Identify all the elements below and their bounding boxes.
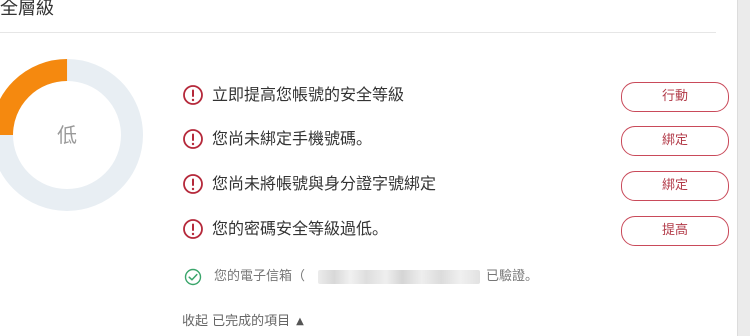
alert-row-bind-id: 您尚未將帳號與身分證字號綁定 綁定 <box>182 169 729 201</box>
caret-up-icon: ▲ <box>296 316 304 327</box>
alert-circle-icon <box>183 174 203 194</box>
alert-text: 立即提高您帳號的安全等級 <box>212 85 405 104</box>
alert-circle-icon <box>183 129 203 149</box>
action-button[interactable]: 行動 <box>621 82 729 112</box>
title-divider <box>0 32 716 33</box>
page-scroll-edge <box>738 0 750 336</box>
alert-row-password: 您的密碼安全等級過低。 提高 <box>182 214 729 246</box>
security-panel-page: 安全層級 低 立即提高您帳號的安全等級 行動 您尚未綁定手 <box>0 0 750 336</box>
email-verified-text: 已驗證。 <box>486 269 539 284</box>
security-level-label: 低 <box>57 123 77 147</box>
alert-circle-icon <box>183 85 203 105</box>
alert-text: 您尚未綁定手機號碼。 <box>212 129 373 148</box>
alert-row-raise-level: 立即提高您帳號的安全等級 行動 <box>182 80 729 112</box>
security-level-donut: 低 <box>0 58 144 212</box>
email-prefix-text: 您的電子信箱（ <box>214 269 306 284</box>
alert-text: 您尚未將帳號與身分證字號綁定 <box>212 174 437 193</box>
bind-id-button[interactable]: 綁定 <box>621 171 729 201</box>
raise-password-button[interactable]: 提高 <box>621 216 729 246</box>
alert-circle-icon <box>183 219 203 239</box>
card-title: 安全層級 <box>0 0 54 19</box>
check-circle-icon <box>184 268 202 286</box>
bind-phone-button[interactable]: 綁定 <box>621 126 729 156</box>
collapse-completed-toggle[interactable]: 收起 已完成的項目 ▲ <box>182 310 304 334</box>
alert-row-bind-phone: 您尚未綁定手機號碼。 綁定 <box>182 124 729 156</box>
collapse-label: 收起 已完成的項目 <box>182 314 291 329</box>
email-verified-row: 您的電子信箱（ 已驗證。 <box>184 264 724 290</box>
redacted-email <box>318 270 480 284</box>
alert-text: 您的密碼安全等級過低。 <box>212 219 389 238</box>
security-level-card: 安全層級 低 立即提高您帳號的安全等級 行動 您尚未綁定手 <box>0 0 738 336</box>
